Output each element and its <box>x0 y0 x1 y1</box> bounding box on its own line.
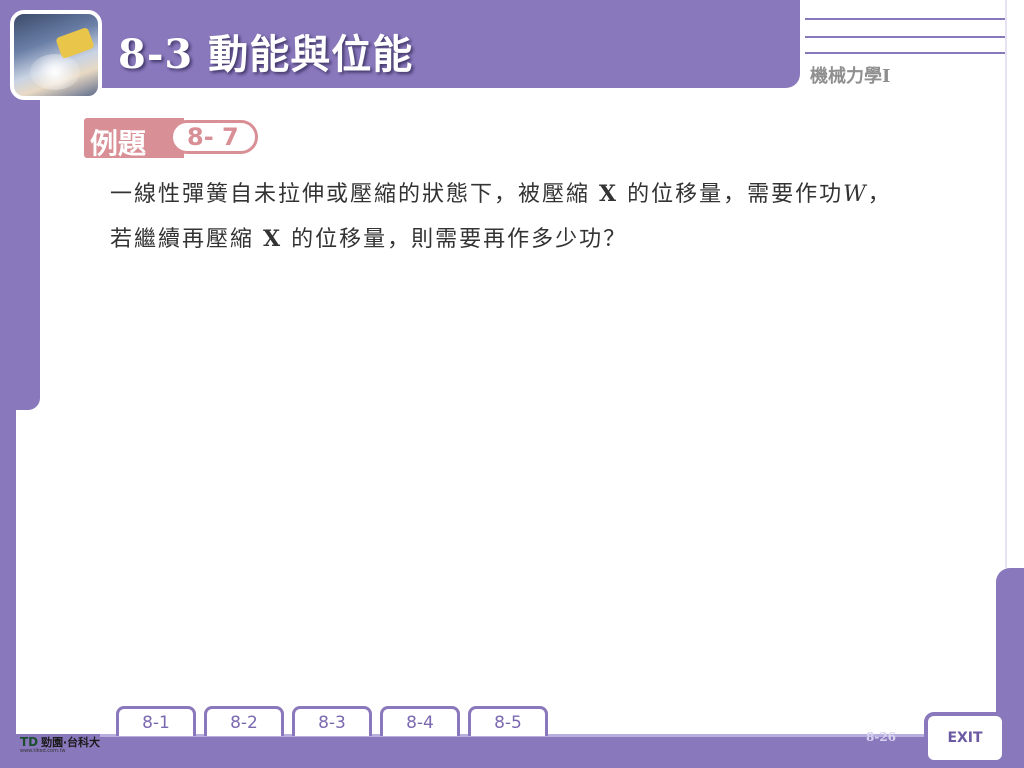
example-number: 8- 7 <box>187 123 239 151</box>
frame-left-lower <box>0 410 16 768</box>
tab-8-4[interactable]: 8-4 <box>380 706 460 736</box>
tab-8-2[interactable]: 8-2 <box>204 706 284 736</box>
question-text: 一線性彈簧自未拉伸或壓縮的狀態下，被壓縮 X 的位移量，需要作功W， 若繼續再壓… <box>110 181 892 252</box>
variable-x: X <box>263 226 283 252</box>
right-strip <box>1005 0 1024 568</box>
header-deco-line <box>805 52 1005 54</box>
example-label: 例題 <box>90 127 147 160</box>
section-tabs: 8-1 8-2 8-3 8-4 8-5 <box>116 706 548 736</box>
variable-x: X <box>599 181 619 207</box>
tab-8-1[interactable]: 8-1 <box>116 706 196 736</box>
tab-8-3[interactable]: 8-3 <box>292 706 372 736</box>
header-photo <box>10 10 102 100</box>
header-deco-line <box>805 36 1005 38</box>
logo-url: www.tiked.com.tw <box>20 748 66 754</box>
tab-8-5[interactable]: 8-5 <box>468 706 548 736</box>
variable-w: W <box>843 182 868 207</box>
page-number: 8-26 <box>866 730 897 744</box>
course-name: 機械力學I <box>810 66 891 87</box>
header-deco-line <box>805 18 1005 20</box>
exit-button[interactable]: EXIT <box>924 712 1006 764</box>
logo-mark: TD <box>20 735 39 749</box>
example-badge: 例題 8- 7 <box>84 118 264 160</box>
page-title: 8-3 動能與位能 <box>118 31 414 78</box>
